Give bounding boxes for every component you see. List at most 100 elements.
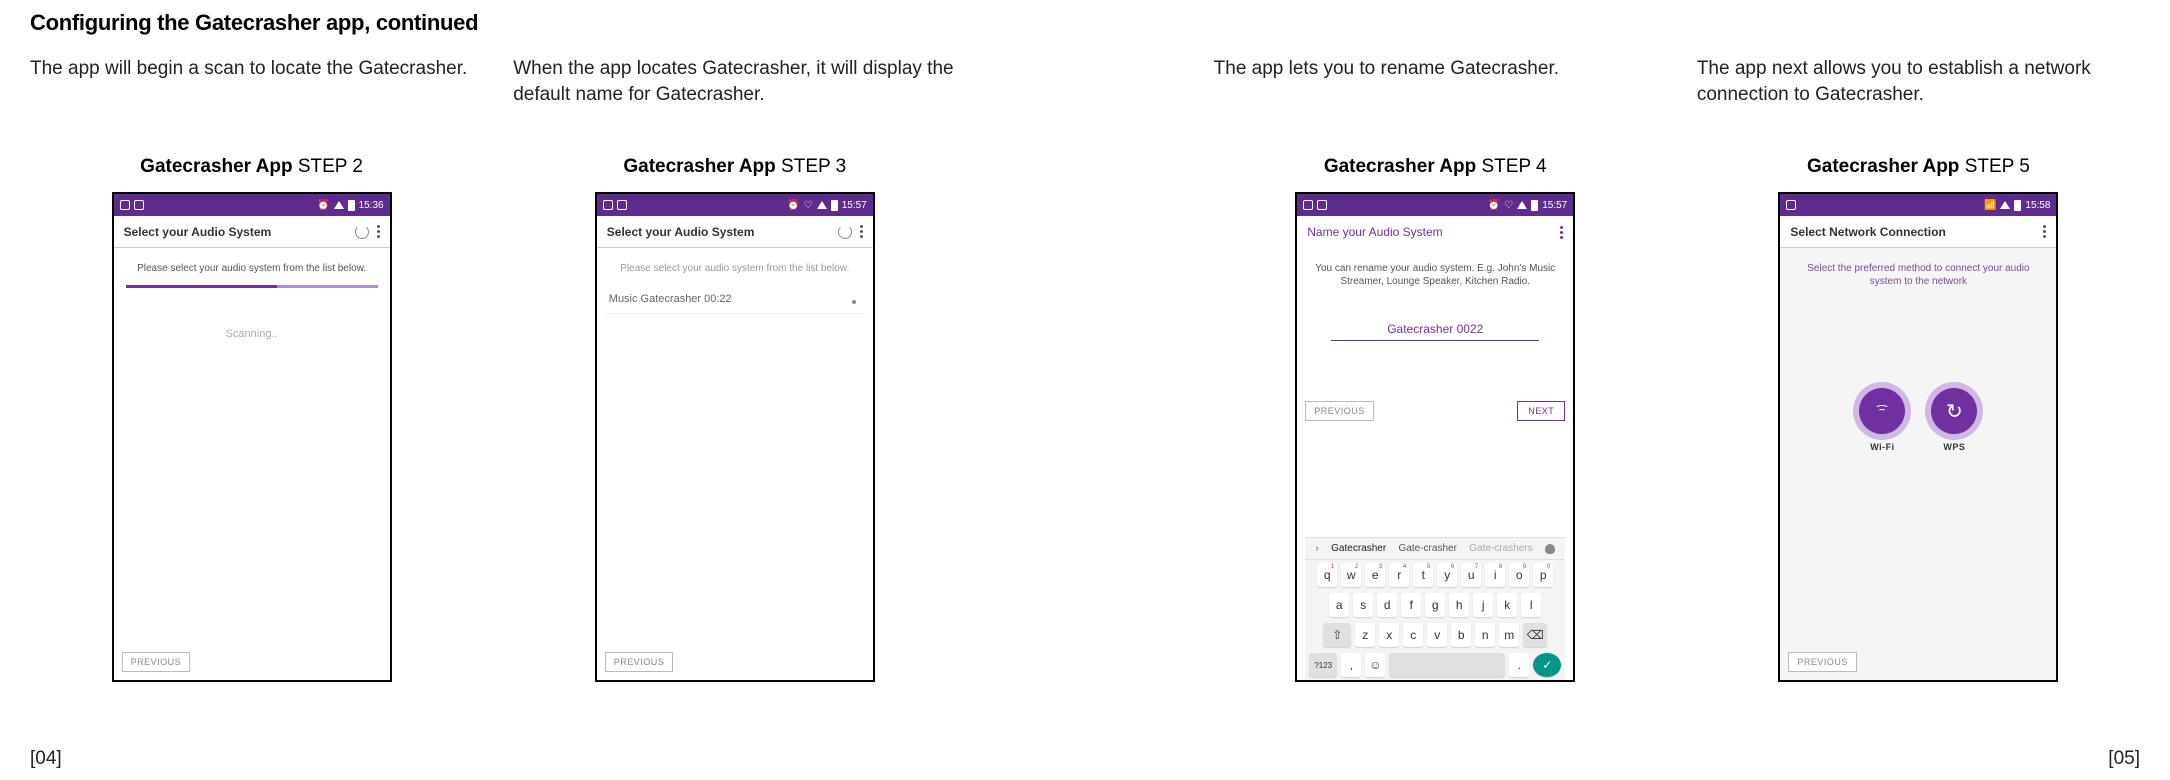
keyboard-suggestions[interactable]: › Gatecrasher Gate-crasher Gate-crashers bbox=[1305, 538, 1565, 560]
progress-bar bbox=[126, 285, 378, 288]
key-w[interactable]: w2 bbox=[1341, 563, 1361, 587]
space-key[interactable] bbox=[1389, 653, 1505, 677]
key-u[interactable]: u7 bbox=[1461, 563, 1481, 587]
step-2-label: Gatecrasher App STEP 2 bbox=[140, 156, 363, 178]
comma-key[interactable]: , bbox=[1341, 653, 1361, 677]
step-3-label: Gatecrasher App STEP 3 bbox=[623, 156, 846, 178]
symbols-key[interactable]: ?123 bbox=[1309, 653, 1337, 677]
key-v[interactable]: v bbox=[1427, 623, 1447, 647]
key-j[interactable]: j bbox=[1473, 593, 1493, 617]
key-p[interactable]: p0 bbox=[1533, 563, 1553, 587]
notification-icon bbox=[1317, 200, 1327, 210]
signal-icon bbox=[334, 201, 344, 209]
app-bar: Select your Audio System bbox=[114, 216, 390, 248]
device-name-input[interactable] bbox=[1331, 318, 1539, 341]
appbar-title: Select Network Connection bbox=[1790, 225, 1945, 239]
wifi-label: Wi-Fi bbox=[1870, 442, 1894, 452]
wifi-icon bbox=[847, 294, 861, 304]
appbar-title: Name your Audio System bbox=[1307, 225, 1442, 239]
steps-row: The app will begin a scan to locate the … bbox=[30, 56, 2140, 682]
alarm-icon: ⏰ bbox=[787, 200, 799, 211]
android-statusbar: ⏰ ♡ 15:57 bbox=[597, 194, 873, 216]
battery-icon bbox=[831, 200, 838, 211]
suggestion[interactable]: Gatecrasher bbox=[1331, 543, 1386, 554]
notification-icon bbox=[1303, 200, 1313, 210]
key-z[interactable]: z bbox=[1355, 623, 1375, 647]
step-4-desc: The app lets you to rename Gatecrasher. bbox=[1214, 56, 1657, 116]
chevron-icon[interactable]: › bbox=[1315, 543, 1318, 554]
key-i[interactable]: i8 bbox=[1485, 563, 1505, 587]
key-t[interactable]: t5 bbox=[1413, 563, 1433, 587]
emoji-key[interactable]: ☺ bbox=[1365, 653, 1385, 677]
device-list-item[interactable]: Music Gatecrasher 00:22 bbox=[605, 285, 865, 314]
mic-icon[interactable] bbox=[1545, 544, 1555, 554]
wps-option[interactable]: ↻ WPS bbox=[1931, 388, 1977, 452]
previous-button[interactable]: PREVIOUS bbox=[122, 652, 191, 672]
suggestion[interactable]: Gate-crashers bbox=[1469, 543, 1532, 554]
appbar-title: Select your Audio System bbox=[124, 225, 272, 239]
overflow-menu-icon[interactable] bbox=[1560, 226, 1563, 239]
overflow-menu-icon[interactable] bbox=[860, 225, 863, 238]
previous-button[interactable]: PREVIOUS bbox=[605, 652, 674, 672]
key-d[interactable]: d bbox=[1377, 593, 1397, 617]
suggestion[interactable]: Gate-crasher bbox=[1399, 543, 1457, 554]
key-r[interactable]: r4 bbox=[1389, 563, 1409, 587]
key-q[interactable]: q1 bbox=[1317, 563, 1337, 587]
overflow-menu-icon[interactable] bbox=[377, 225, 380, 238]
period-key[interactable]: . bbox=[1509, 653, 1529, 677]
key-m[interactable]: m bbox=[1499, 623, 1519, 647]
key-h[interactable]: h bbox=[1449, 593, 1469, 617]
key-n[interactable]: n bbox=[1475, 623, 1495, 647]
signal-icon bbox=[817, 201, 827, 209]
key-x[interactable]: x bbox=[1379, 623, 1399, 647]
key-y[interactable]: y6 bbox=[1437, 563, 1457, 587]
overflow-menu-icon[interactable] bbox=[2043, 225, 2046, 238]
backspace-key[interactable]: ⌫ bbox=[1523, 623, 1547, 647]
notification-icon bbox=[134, 200, 144, 210]
battery-icon bbox=[1531, 200, 1538, 211]
shift-key[interactable]: ⇧ bbox=[1323, 623, 1351, 647]
clock-text: 15:57 bbox=[842, 200, 867, 211]
key-c[interactable]: c bbox=[1403, 623, 1423, 647]
app-bar: Select your Audio System bbox=[597, 216, 873, 248]
wifi-option[interactable]: Wi-Fi bbox=[1859, 388, 1905, 452]
android-statusbar: ⏰15:36 bbox=[114, 194, 390, 216]
previous-button[interactable]: PREVIOUS bbox=[1305, 401, 1374, 421]
heart-icon: ♡ bbox=[804, 200, 813, 211]
instruction-text: Please select your audio system from the… bbox=[132, 262, 372, 275]
key-f[interactable]: f bbox=[1401, 593, 1421, 617]
step-3-column: When the app locates Gatecrasher, it wil… bbox=[513, 56, 956, 682]
notification-icon bbox=[603, 200, 613, 210]
refresh-icon[interactable] bbox=[355, 225, 369, 239]
key-e[interactable]: e3 bbox=[1365, 563, 1385, 587]
signal-icon bbox=[2000, 201, 2010, 209]
notification-icon bbox=[1786, 200, 1796, 210]
enter-key[interactable]: ✓ bbox=[1533, 653, 1561, 677]
instruction-text: You can rename your audio system. E.g. J… bbox=[1315, 262, 1555, 288]
app-bar: Name your Audio System bbox=[1297, 216, 1573, 248]
refresh-icon[interactable] bbox=[838, 225, 852, 239]
key-g[interactable]: g bbox=[1425, 593, 1445, 617]
key-k[interactable]: k bbox=[1497, 593, 1517, 617]
step-2-column: The app will begin a scan to locate the … bbox=[30, 56, 473, 682]
step-5-desc: The app next allows you to establish a n… bbox=[1697, 56, 2140, 116]
wifi-icon bbox=[1859, 388, 1905, 434]
key-s[interactable]: s bbox=[1353, 593, 1373, 617]
previous-button[interactable]: PREVIOUS bbox=[1788, 652, 1857, 672]
soft-keyboard[interactable]: › Gatecrasher Gate-crasher Gate-crashers… bbox=[1305, 537, 1565, 680]
step-3-desc: When the app locates Gatecrasher, it wil… bbox=[513, 56, 956, 116]
appbar-title: Select your Audio System bbox=[607, 225, 755, 239]
key-b[interactable]: b bbox=[1451, 623, 1471, 647]
battery-icon bbox=[2014, 200, 2021, 211]
key-l[interactable]: l bbox=[1521, 593, 1541, 617]
page-title: Configuring the Gatecrasher app, continu… bbox=[30, 10, 2140, 36]
key-a[interactable]: a bbox=[1329, 593, 1349, 617]
android-statusbar: ⏰♡15:57 bbox=[1297, 194, 1573, 216]
key-o[interactable]: o9 bbox=[1509, 563, 1529, 587]
step-4-label: Gatecrasher App STEP 4 bbox=[1324, 156, 1547, 178]
step-2-desc: The app will begin a scan to locate the … bbox=[30, 56, 473, 116]
screen-content: Select the preferred method to connect y… bbox=[1780, 248, 2056, 680]
next-button[interactable]: NEXT bbox=[1517, 401, 1565, 421]
step-5-phone: 📶15:58 Select Network Connection Select … bbox=[1778, 192, 2058, 682]
notification-icon bbox=[120, 200, 130, 210]
